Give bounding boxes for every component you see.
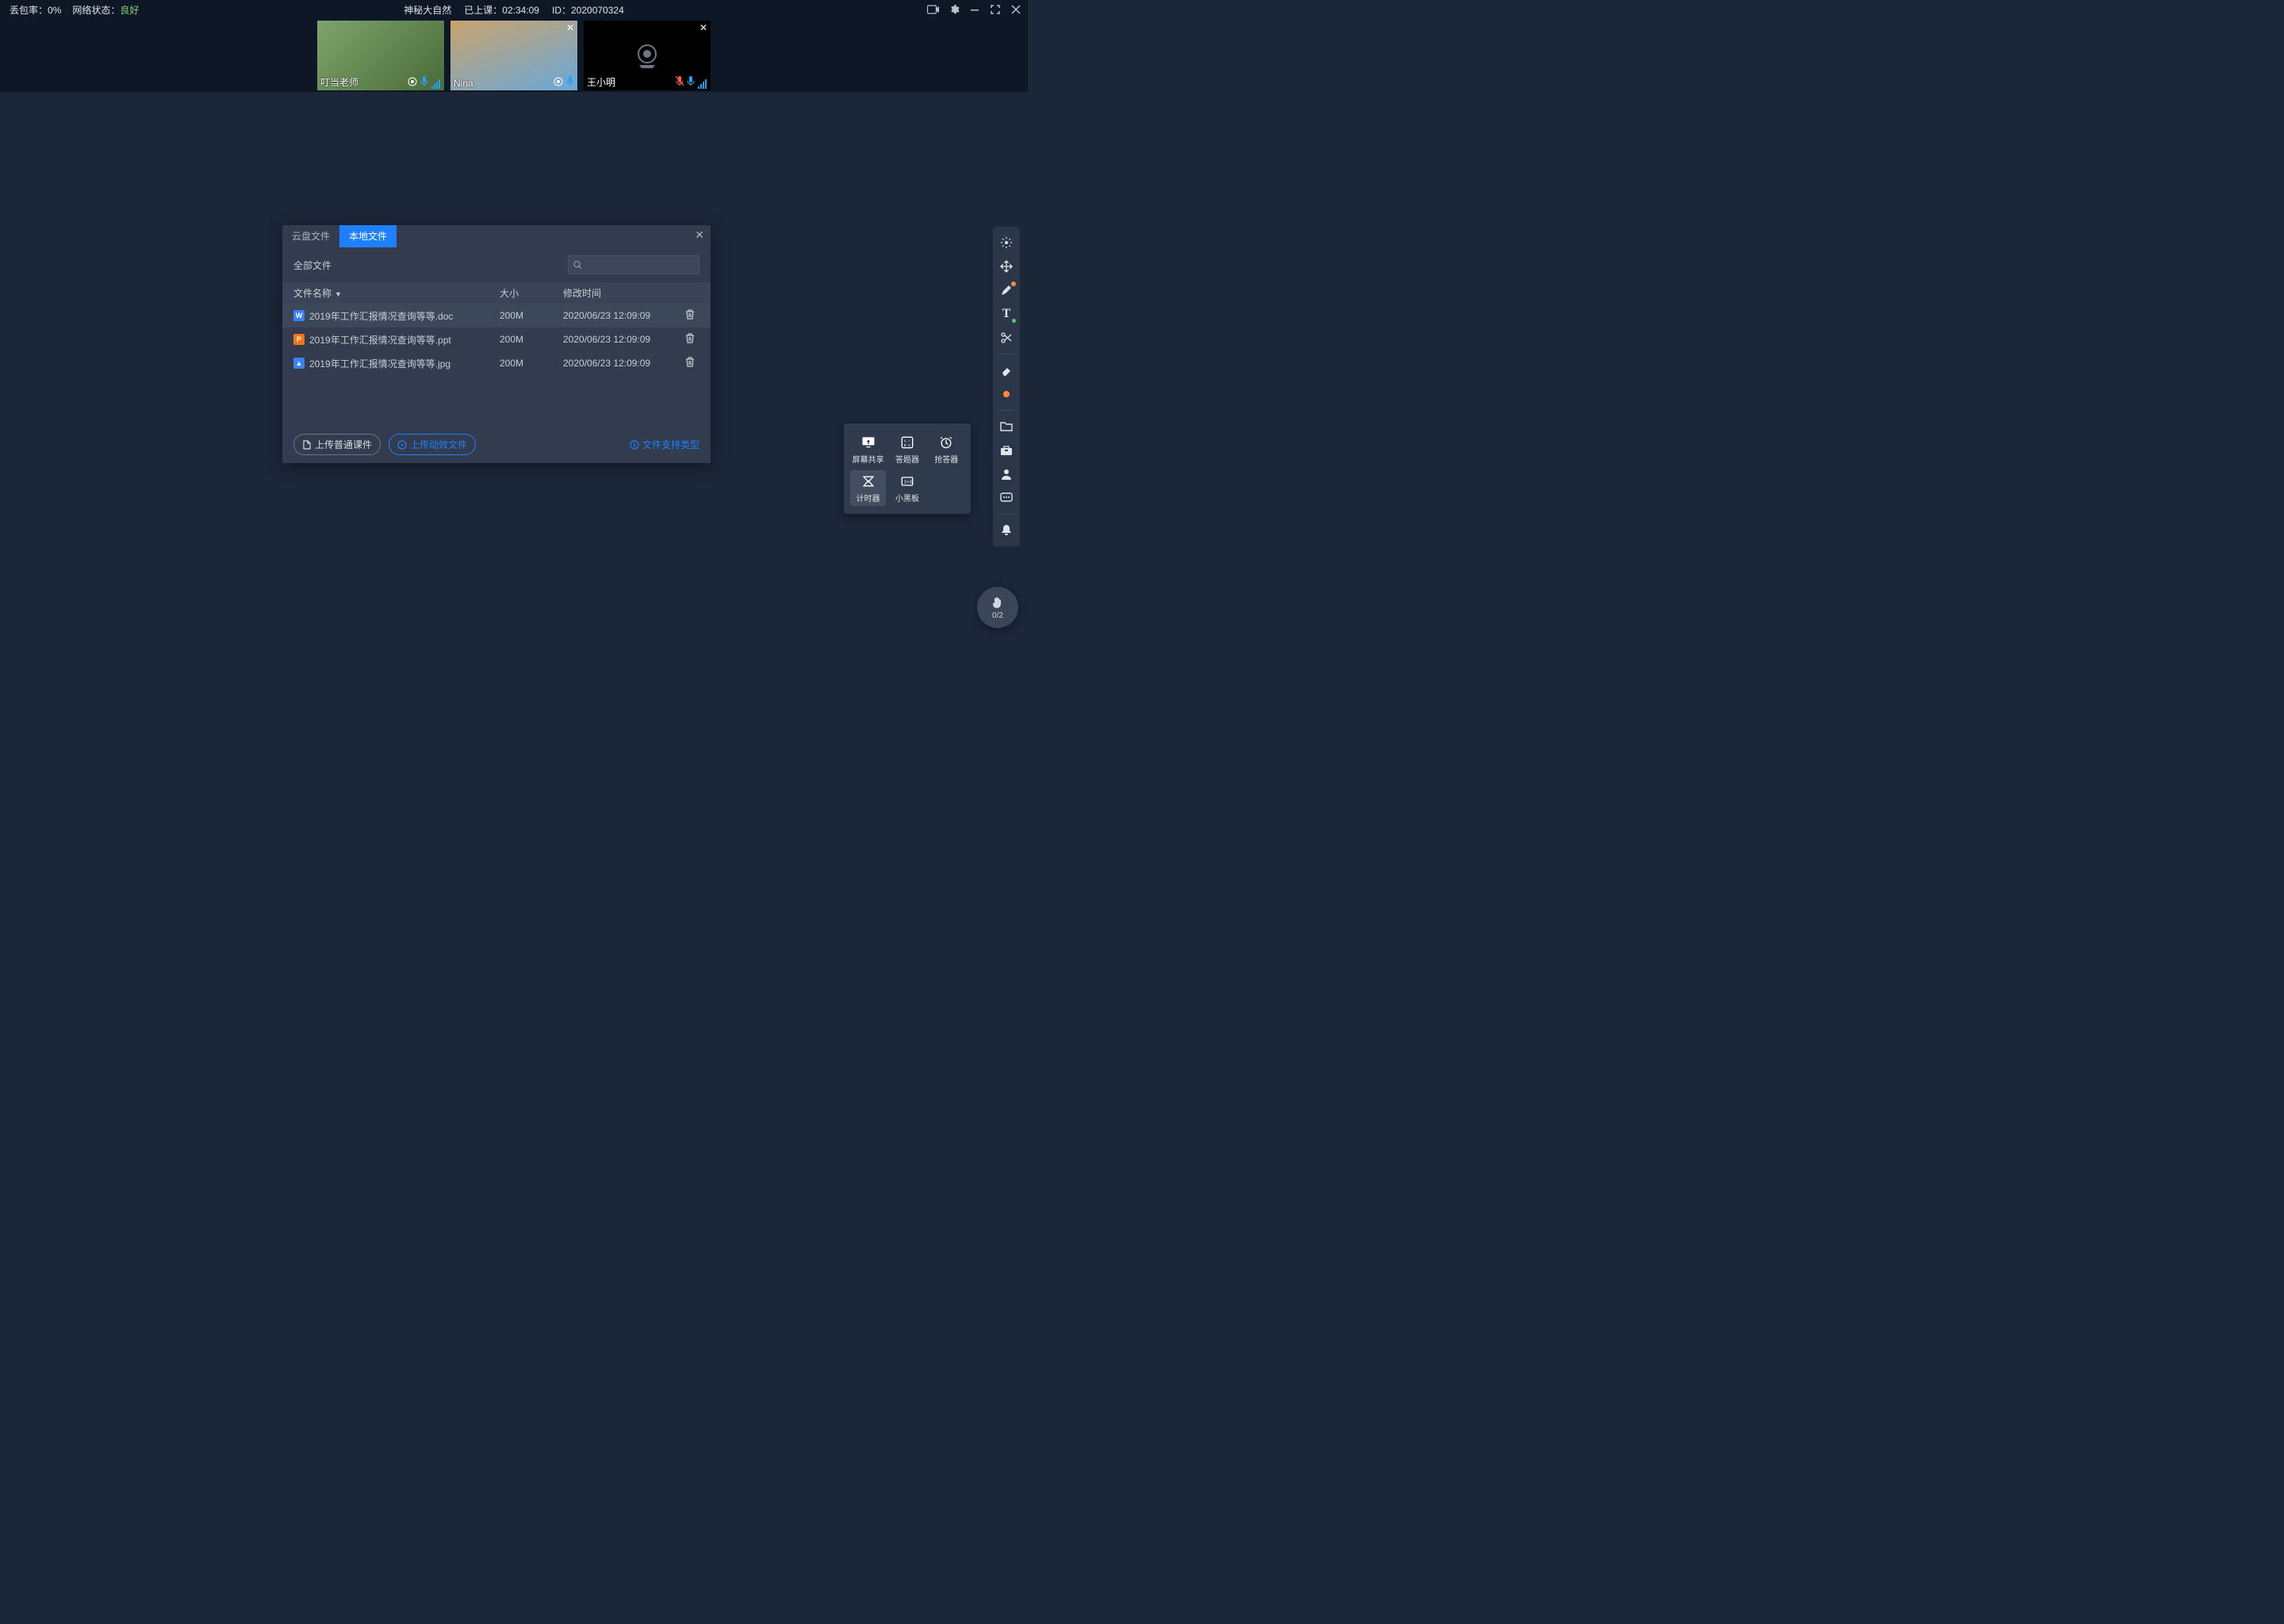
- sort-desc-icon: ▼: [335, 290, 342, 298]
- svg-text:✓: ✓: [908, 439, 910, 442]
- tool-answer-device[interactable]: A✓B✕ 答题器: [889, 431, 925, 467]
- upload-normal-button[interactable]: 上传普通课件: [293, 434, 381, 455]
- ppt-file-icon: P: [293, 334, 305, 345]
- video-tile-teacher[interactable]: 叮当老师: [317, 21, 444, 90]
- search-icon: [573, 260, 582, 270]
- dialog-close-icon[interactable]: ✕: [695, 228, 704, 242]
- file-modified: 2020/06/23 12:09:09: [563, 358, 674, 369]
- camera-indicator-icon: [408, 77, 417, 89]
- course-title: 神秘大自然: [404, 3, 451, 17]
- participant-name: Nina: [454, 78, 473, 89]
- doc-file-icon: W: [293, 310, 305, 321]
- volume-bars-icon: [698, 79, 707, 89]
- top-status-bar: 丢包率：0% 网络状态：良好 神秘大自然 已上课：02:34:09 ID：202…: [0, 0, 1028, 19]
- packet-loss: 丢包率：0%: [10, 3, 61, 17]
- document-icon: [302, 440, 312, 450]
- upload-dynamic-button[interactable]: 上传动效文件: [389, 434, 476, 455]
- mic-on-icon: [687, 75, 695, 89]
- move-icon[interactable]: [995, 255, 1017, 278]
- info-icon: [630, 440, 639, 450]
- delete-file-icon[interactable]: [674, 333, 706, 346]
- tool-mini-board[interactable]: 2+3 小黑板: [889, 470, 925, 506]
- tool-buzzer[interactable]: 抢答器: [929, 431, 964, 467]
- file-modified: 2020/06/23 12:09:09: [563, 334, 674, 345]
- svg-text:✕: ✕: [908, 443, 910, 447]
- file-modified: 2020/06/23 12:09:09: [563, 310, 674, 321]
- toolbox-panel: 屏幕共享 A✓B✕ 答题器 抢答器 计时器 2+3 小黑板: [844, 423, 971, 514]
- elapsed-time: 已上课：02:34:09: [464, 3, 539, 17]
- scissors-icon[interactable]: [995, 327, 1017, 349]
- network-status: 网络状态：良好: [72, 3, 139, 17]
- minimize-icon[interactable]: [968, 2, 982, 17]
- participant-name: 叮当老师: [320, 75, 358, 89]
- participant-strip: 叮当老师 ✕ Nina ✕ 王小明: [0, 19, 1028, 92]
- hand-icon: [991, 596, 1005, 610]
- user-icon[interactable]: [995, 463, 1017, 485]
- tool-screen-share[interactable]: 屏幕共享: [850, 431, 886, 467]
- mic-muted-icon: [676, 75, 684, 89]
- text-icon[interactable]: T: [995, 303, 1017, 325]
- fullscreen-icon[interactable]: [988, 2, 1002, 17]
- mic-on-icon: [566, 75, 574, 89]
- col-name[interactable]: 文件名称▼: [293, 286, 500, 300]
- session-id: ID：2020070324: [552, 3, 624, 17]
- file-row[interactable]: P 2019年工作汇报情况查询等等.ppt 200M 2020/06/23 12:…: [282, 327, 711, 351]
- tile-close-icon[interactable]: ✕: [699, 22, 707, 33]
- image-file-icon: ▲: [293, 358, 305, 369]
- camera-indicator-icon: [554, 77, 563, 89]
- delete-file-icon[interactable]: [674, 357, 706, 370]
- record-icon[interactable]: [926, 2, 941, 17]
- tile-close-icon[interactable]: ✕: [566, 22, 574, 33]
- close-icon[interactable]: [1009, 2, 1023, 17]
- svg-text:2+3: 2+3: [904, 480, 912, 485]
- file-row[interactable]: W 2019年工作汇报情况查询等等.doc 200M 2020/06/23 12:…: [282, 304, 711, 327]
- side-toolbar: T: [993, 227, 1020, 546]
- folder-icon[interactable]: [995, 416, 1017, 438]
- play-circle-icon: [397, 440, 407, 450]
- col-size[interactable]: 大小: [500, 286, 563, 300]
- laser-pointer-icon[interactable]: [995, 232, 1017, 254]
- search-input[interactable]: [568, 255, 699, 274]
- file-size: 200M: [500, 310, 563, 321]
- filter-label: 全部文件: [293, 259, 331, 272]
- tool-timer[interactable]: 计时器: [850, 470, 886, 506]
- svg-text:A: A: [904, 439, 906, 442]
- file-size: 200M: [500, 358, 563, 369]
- file-name-label: 2019年工作汇报情况查询等等.ppt: [309, 333, 451, 347]
- camera-off-icon: [630, 38, 665, 73]
- file-name-label: 2019年工作汇报情况查询等等.jpg: [309, 357, 450, 370]
- file-support-link[interactable]: 文件支持类型: [630, 438, 699, 451]
- eraser-icon[interactable]: [995, 359, 1017, 381]
- raise-hand-count: 0/2: [992, 611, 1003, 620]
- pen-icon[interactable]: [995, 279, 1017, 301]
- delete-file-icon[interactable]: [674, 309, 706, 322]
- file-dialog: 云盘文件 本地文件 ✕ 全部文件 文件名称▼ 大小 修改时间 W 2019年工作汇…: [282, 225, 711, 463]
- video-tile-student[interactable]: ✕ Nina: [450, 21, 577, 90]
- file-row[interactable]: ▲ 2019年工作汇报情况查询等等.jpg 200M 2020/06/23 12:…: [282, 351, 711, 375]
- raise-hand-button[interactable]: 0/2: [977, 587, 1018, 628]
- participant-name: 王小明: [587, 75, 615, 89]
- bell-icon[interactable]: [995, 519, 1017, 542]
- volume-bars-icon: [431, 79, 440, 89]
- mic-on-icon: [420, 75, 428, 89]
- file-size: 200M: [500, 334, 563, 345]
- toolbox-icon[interactable]: [995, 439, 1017, 462]
- video-tile-student[interactable]: ✕ 王小明: [584, 21, 711, 90]
- tab-local-files[interactable]: 本地文件: [339, 225, 397, 247]
- file-table-header: 文件名称▼ 大小 修改时间: [282, 282, 711, 304]
- svg-text:B: B: [904, 443, 906, 447]
- tab-cloud-files[interactable]: 云盘文件: [282, 225, 339, 247]
- col-modified[interactable]: 修改时间: [563, 286, 674, 300]
- color-dot-icon[interactable]: [995, 383, 1017, 405]
- chat-icon[interactable]: [995, 487, 1017, 509]
- file-name-label: 2019年工作汇报情况查询等等.doc: [309, 309, 453, 323]
- settings-icon[interactable]: [947, 2, 961, 17]
